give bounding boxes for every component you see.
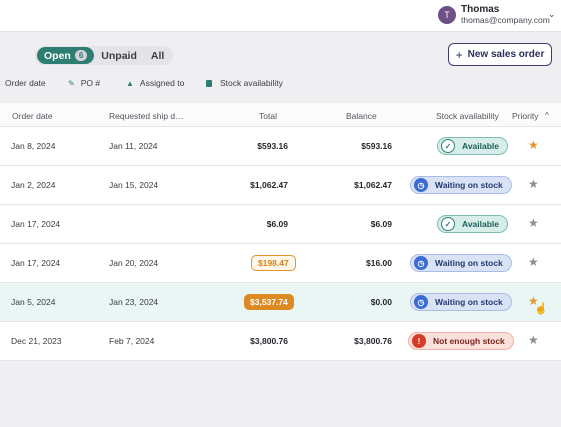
star-icon[interactable]: ★ <box>528 178 539 190</box>
balance: $593.16 <box>361 141 392 151</box>
alert-icon: ! <box>412 334 426 348</box>
status-filter-tabs: Open 6 Unpaid All <box>35 46 174 65</box>
total-tag: $198.47 <box>251 255 296 271</box>
stock-label: Available <box>462 219 500 229</box>
stock-badge: ◷ Waiting on stock <box>410 176 512 194</box>
plus-icon: + <box>455 47 463 62</box>
total: $3,800.76 <box>250 336 288 346</box>
balance: $0.00 <box>370 297 392 307</box>
box-icon <box>206 79 212 87</box>
open-count-badge: 6 <box>74 50 88 61</box>
check-icon: ✓ <box>441 139 455 153</box>
table-row[interactable]: Jan 5, 2024 Jan 23, 2024 $3,537.74 $0.00… <box>0 283 561 322</box>
tab-unpaid[interactable]: Unpaid <box>94 47 144 64</box>
column-stock[interactable]: Stock availability <box>436 111 499 121</box>
stock-label: Waiting on stock <box>435 297 503 307</box>
star-icon[interactable]: ★ <box>528 256 539 268</box>
person-icon: ▲ <box>126 78 134 88</box>
order-date: Jan 17, 2024 <box>11 258 61 268</box>
filter-stock-availability[interactable]: Stock availability <box>206 77 283 89</box>
clock-icon: ◷ <box>414 295 428 309</box>
filter-po-label: PO # <box>80 78 101 88</box>
total: $6.09 <box>266 219 288 229</box>
table-header: Order date Requested ship d… Total Balan… <box>0 103 561 127</box>
user-email: thomas@company.com <box>461 15 550 25</box>
column-balance[interactable]: Balance <box>346 111 377 121</box>
table-row[interactable]: Jan 17, 2024 $6.09 $6.09 ✓ Available ★ <box>0 205 561 244</box>
order-date: Jan 5, 2024 <box>11 297 56 307</box>
stock-label: Waiting on stock <box>435 180 503 190</box>
total: $593.16 <box>257 141 288 151</box>
ship-date: Jan 20, 2024 <box>109 258 159 268</box>
clock-icon: ◷ <box>414 256 428 270</box>
ship-date: Jan 15, 2024 <box>109 180 159 190</box>
stock-badge: ◷ Waiting on stock <box>410 293 512 311</box>
column-order-date[interactable]: Order date <box>12 111 53 121</box>
column-ship-date[interactable]: Requested ship d… <box>109 111 184 121</box>
user-name: Thomas <box>461 4 500 15</box>
ship-date: Jan 23, 2024 <box>109 297 159 307</box>
tab-open-label: Open <box>44 49 71 62</box>
ship-date: Jan 11, 2024 <box>109 141 158 151</box>
stock-badge: ! Not enough stock <box>408 332 514 350</box>
stock-label: Available <box>462 141 500 151</box>
chevron-down-icon[interactable]: ⌄ <box>548 9 556 20</box>
order-date: Dec 21, 2023 <box>11 336 62 346</box>
table-row[interactable]: Jan 17, 2024 Jan 20, 2024 $198.47 $16.00… <box>0 244 561 283</box>
new-sales-order-button[interactable]: + New sales order <box>448 43 552 66</box>
stock-label: Waiting on stock <box>435 258 503 268</box>
top-bar: T Thomas thomas@company.com ⌄ <box>0 0 561 32</box>
stock-label: Not enough stock <box>433 336 505 346</box>
sort-ascending-icon[interactable]: ^ <box>545 110 549 120</box>
stock-badge: ◷ Waiting on stock <box>410 254 512 272</box>
balance: $6.09 <box>370 219 392 229</box>
table-row[interactable]: Jan 2, 2024 Jan 15, 2024 $1,062.47 $1,06… <box>0 166 561 205</box>
new-sales-order-label: New sales order <box>467 49 545 60</box>
pin-icon: ✎ <box>68 78 75 88</box>
filter-po[interactable]: ✎ PO # <box>68 77 100 89</box>
column-priority[interactable]: Priority <box>512 111 538 121</box>
table-row[interactable]: Dec 21, 2023 Feb 7, 2024 $3,800.76 $3,80… <box>0 322 561 361</box>
hand-cursor-icon: ☝ <box>534 303 548 315</box>
total-tag: $3,537.74 <box>244 294 294 310</box>
order-date: Jan 2, 2024 <box>11 180 56 190</box>
column-total[interactable]: Total <box>259 111 277 121</box>
filter-stock-label: Stock availability <box>220 78 283 88</box>
balance: $16.00 <box>366 258 392 268</box>
balance: $1,062.47 <box>354 180 392 190</box>
order-date: Jan 17, 2024 <box>11 219 61 229</box>
tab-open[interactable]: Open 6 <box>37 47 95 64</box>
user-menu[interactable]: T Thomas thomas@company.com <box>438 4 550 26</box>
sales-orders-table: Order date Requested ship d… Total Balan… <box>0 103 561 361</box>
star-icon[interactable]: ★ <box>528 139 539 151</box>
filter-order-date[interactable]: Order date <box>5 77 46 89</box>
stock-badge: ✓ Available <box>437 137 509 155</box>
star-icon[interactable]: ★ <box>528 217 539 229</box>
filter-assigned-label: Assigned to <box>139 78 185 88</box>
check-icon: ✓ <box>441 217 455 231</box>
tab-all[interactable]: All <box>144 47 171 64</box>
balance: $3,800.76 <box>354 336 392 346</box>
ship-date: Feb 7, 2024 <box>109 336 155 346</box>
clock-icon: ◷ <box>414 178 428 192</box>
star-icon[interactable]: ★ <box>528 334 539 346</box>
filter-assigned-to[interactable]: ▲ Assigned to <box>126 77 184 89</box>
avatar: T <box>438 6 456 24</box>
total: $1,062.47 <box>250 180 288 190</box>
stock-badge: ✓ Available <box>437 215 509 233</box>
table-row[interactable]: Jan 8, 2024 Jan 11, 2024 $593.16 $593.16… <box>0 127 561 166</box>
order-date: Jan 8, 2024 <box>11 141 56 151</box>
